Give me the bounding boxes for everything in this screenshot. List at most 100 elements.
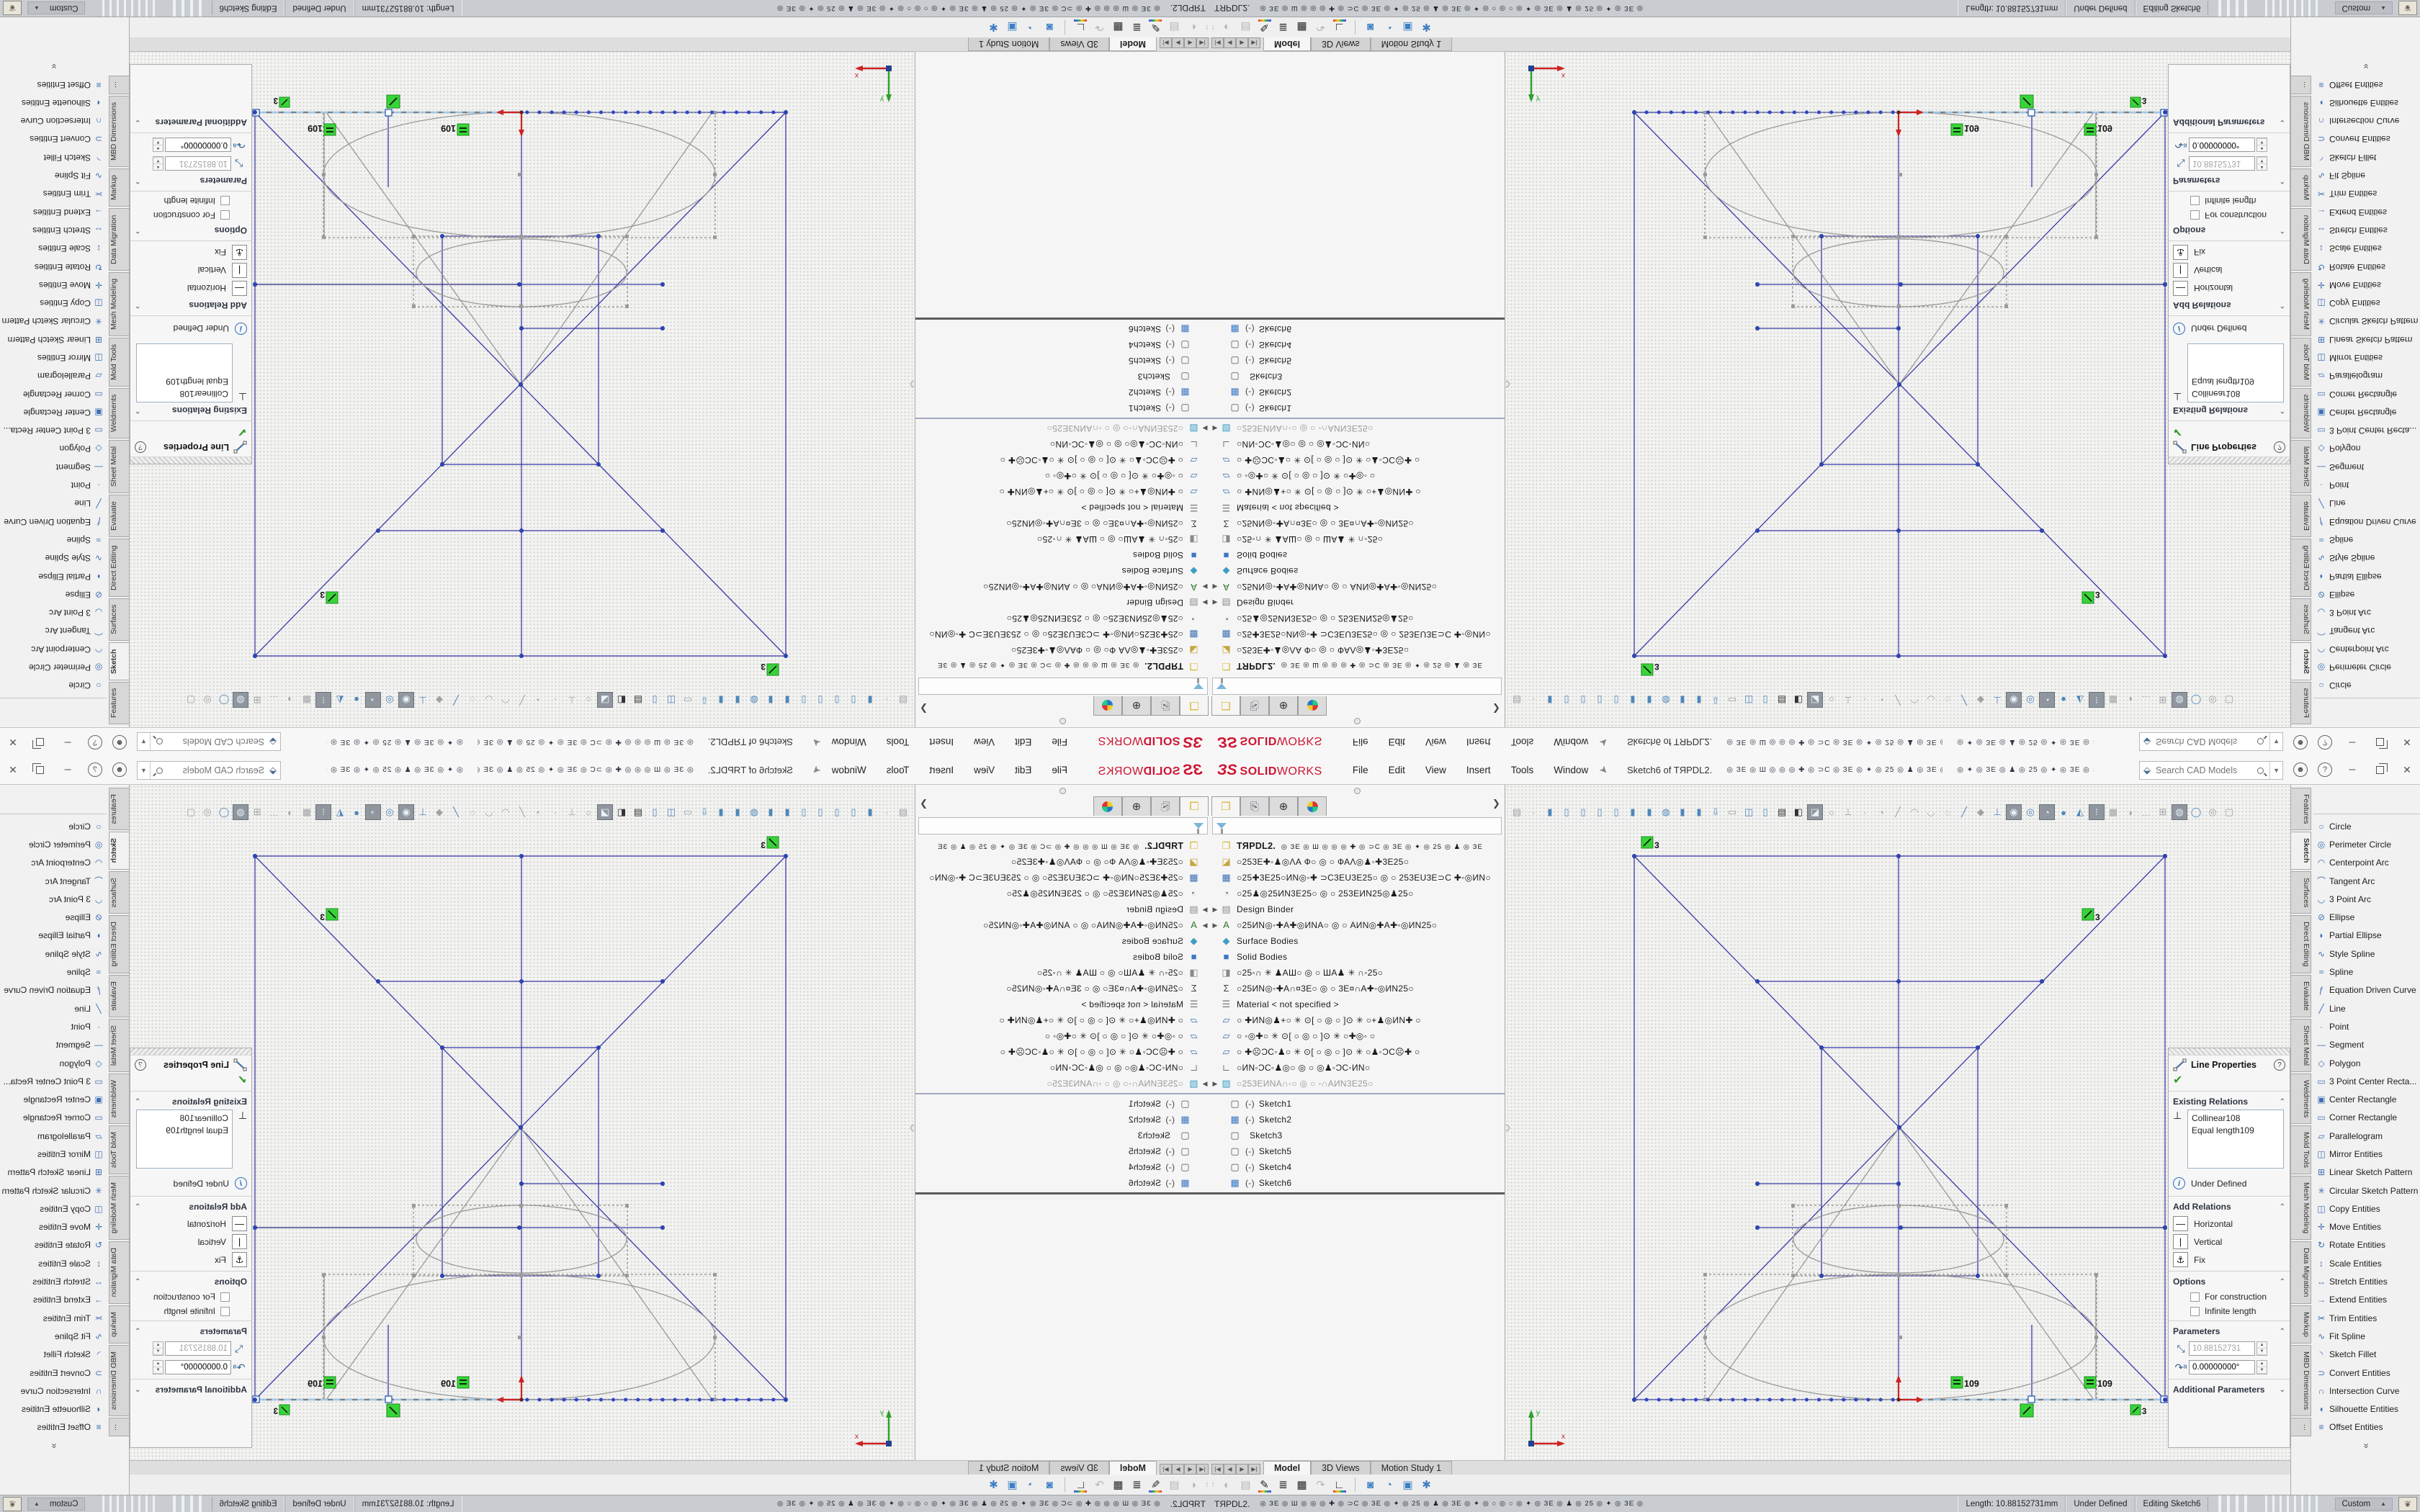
- tab-3d-views[interactable]: 3D Views: [1049, 1461, 1109, 1475]
- tree-item[interactable]: ☰Material < not specified >: [915, 996, 1210, 1012]
- menu-item-stretch-entities[interactable]: ↔Stretch Entities: [2313, 221, 2420, 239]
- tab-dimxpertmanager[interactable]: [1093, 796, 1122, 816]
- menu-item-centerpoint-arc[interactable]: ◠Centerpoint Arc: [0, 640, 107, 658]
- tab-configurationmanager[interactable]: ⊕: [1122, 696, 1151, 716]
- tree-item[interactable]: ▶▤Design Binder: [915, 901, 1210, 917]
- menu-item-fit-spline[interactable]: ∿Fit Spline: [2313, 1327, 2420, 1345]
- quick-tips-icon[interactable]: ❦: [2398, 1, 2417, 16]
- search-input[interactable]: [163, 736, 266, 747]
- rollback-end-bar[interactable]: [915, 1192, 1210, 1194]
- tree-filter-box[interactable]: [918, 817, 1208, 834]
- tab-nav-button[interactable]: ▶: [1172, 37, 1184, 48]
- rollback-end-bar[interactable]: [1210, 318, 1505, 320]
- collapse-chevron-icon[interactable]: ⌃: [135, 177, 140, 185]
- tree-item[interactable]: ◨○25◦∩ ✳ ♟АШ○ ◎ ○ ША♟ ✳ ∩◦25○: [1210, 965, 1505, 981]
- parameters-header[interactable]: Parameters: [200, 176, 247, 186]
- tree-item[interactable]: ◪○253Е✚◦♟◎ΛА Ф○ ◎ ○ ФАΛ◎♟◦✚3Е25○: [1210, 642, 1505, 658]
- command-tab--[interactable]: ...: [2291, 1418, 2311, 1437]
- menu-item-line[interactable]: ╱Line: [2313, 495, 2420, 513]
- expand-chevron-icon[interactable]: ⌄: [135, 1386, 140, 1394]
- command-tab-markup[interactable]: Markup: [2291, 168, 2311, 207]
- user-account-button[interactable]: ☻: [2289, 732, 2312, 753]
- command-tab-sketch[interactable]: Sketch: [2291, 832, 2311, 869]
- minimize-button[interactable]: –: [2341, 732, 2364, 753]
- menu-view[interactable]: View: [964, 762, 1005, 778]
- menu-item-tangent-arc[interactable]: ⌒Tangent Arc: [2313, 622, 2420, 640]
- search-dropdown-icon[interactable]: ▼: [138, 733, 151, 750]
- bottom-tool-icon[interactable]: ▦: [1108, 19, 1127, 36]
- menu-item-segment[interactable]: —Segment: [0, 458, 107, 476]
- help-button[interactable]: ?: [84, 732, 107, 753]
- expand-chevron-icon[interactable]: ⌄: [2280, 119, 2285, 127]
- angle-value-field[interactable]: [2189, 138, 2255, 152]
- tab-model[interactable]: Model: [1263, 37, 1311, 51]
- checkbox-icon[interactable]: [2190, 197, 2200, 206]
- bottom-tool-icon[interactable]: ✎: [1255, 19, 1274, 36]
- tab-featuremanager[interactable]: ❒: [1180, 796, 1209, 816]
- tree-item[interactable]: ▶▨○253ЕИNА∩◦○ ◎ ○ ◦∩АИN3Е25○: [915, 420, 1210, 436]
- tree-filter-box[interactable]: [1212, 678, 1502, 695]
- command-tab-weldments[interactable]: Weldments: [2291, 388, 2311, 438]
- menu-more-chevron[interactable]: »: [2313, 60, 2420, 76]
- search-icon[interactable]: [2257, 768, 2264, 774]
- collapse-chevron-icon[interactable]: ⌃: [135, 1328, 140, 1336]
- quick-tips-icon[interactable]: ❦: [2398, 1497, 2417, 1511]
- bottom-tool-icon[interactable]: ✱: [984, 19, 1003, 36]
- menu-item-center-rectangle[interactable]: ▣Center Rectangle: [0, 1090, 107, 1108]
- search-icon[interactable]: [156, 768, 163, 774]
- rollback-divider[interactable]: [915, 1093, 1210, 1094]
- checkbox-icon[interactable]: [220, 1307, 230, 1316]
- help-button[interactable]: ?: [2313, 732, 2336, 753]
- collapse-chevron-icon[interactable]: ⌃: [2280, 1098, 2285, 1106]
- tree-item[interactable]: ▶A○25ИN◎◦✚А✚◎ИNА○ ◎ ○ АИN◎✚А✚◦◎ИN25○: [1210, 917, 1505, 933]
- bottom-tool-icon[interactable]: ◐: [1218, 1476, 1237, 1493]
- tree-item[interactable]: ◪○253Е✚◦♟◎ΛА Ф○ ◎ ○ ФАΛ◎♟◦✚3Е25○: [915, 642, 1210, 658]
- constraint-badges[interactable]: 3 3 109: [1641, 95, 2146, 675]
- tree-item-sketch[interactable]: ▢(-)Sketch4: [1210, 1159, 1505, 1175]
- bottom-tool-icon[interactable]: ▤: [1165, 19, 1183, 36]
- checkbox-icon[interactable]: [220, 197, 230, 206]
- checkbox-icon[interactable]: [220, 211, 230, 220]
- menu-item-offset-entities[interactable]: ≡Offset Entities: [0, 1418, 107, 1436]
- tree-filter-box[interactable]: [918, 678, 1208, 695]
- tab-propertymanager[interactable]: ⎘: [1240, 796, 1269, 816]
- menu-item-linear-sketch-pattern[interactable]: ⊞Linear Sketch Pattern: [2313, 1164, 2420, 1182]
- tab-nav-button[interactable]: |◀: [1211, 1464, 1224, 1475]
- length-value-field[interactable]: [2189, 156, 2255, 171]
- minimize-button[interactable]: –: [2341, 759, 2364, 780]
- additional-parameters-header[interactable]: Additional Parameters: [2173, 1385, 2264, 1395]
- menu-item-segment[interactable]: —Segment: [0, 1036, 107, 1054]
- command-tab-mesh-modeling[interactable]: Mesh Modeling: [109, 272, 129, 336]
- menu-item-point[interactable]: ·Point: [0, 476, 107, 494]
- menu-item-line[interactable]: ╱Line: [0, 999, 107, 1017]
- toolbar-grip[interactable]: ⁞: [1212, 24, 1214, 31]
- menu-item-parallelogram[interactable]: ▱Parallelogram: [0, 367, 107, 385]
- tree-item-sketch[interactable]: ▦(-)Sketch2: [1210, 1112, 1505, 1128]
- command-tab-sheet-metal[interactable]: Sheet Metal: [109, 1019, 129, 1072]
- bottom-tool-icon[interactable]: ✱: [1417, 1476, 1436, 1493]
- option-1[interactable]: Infinite length: [2169, 1304, 2290, 1318]
- menu-item-3-point-center-recta-[interactable]: ▭3 Point Center Recta...: [0, 422, 107, 440]
- graphics-area[interactable]: ▤·▮▯▯▯▯▮▮◍▮▮⇩▭◫▯▤◧◪○⊥·◔╱◠◡◌╱◆⊥◉◎◔●◭⁝▦◑…⊞…: [1506, 785, 2290, 1460]
- tree-item[interactable]: ▦○25✚3Е25○ИN◎◦✚ ⊃С3ЕU3Е25○ ◎ ○ 253ЕU3Е⊃С…: [1210, 870, 1505, 886]
- angle-spinner[interactable]: ▲▼: [153, 1360, 163, 1374]
- tree-item[interactable]: ▶▨○253ЕИNА∩◦○ ◎ ○ ◦∩АИN3Е25○: [1210, 420, 1505, 436]
- menu-item-move-entities[interactable]: ✛Move Entities: [2313, 276, 2420, 294]
- tree-item-sketch[interactable]: ▦(-)Sketch2: [1210, 384, 1505, 400]
- menu-tools[interactable]: Tools: [877, 734, 920, 750]
- ok-checkmark-button[interactable]: ✔: [130, 423, 251, 439]
- additional-parameters-header[interactable]: Additional Parameters: [156, 117, 247, 127]
- tree-expand-arrow[interactable]: ▶: [1210, 906, 1220, 914]
- menu-item-intersection-curve[interactable]: ∩Intersection Curve: [0, 1382, 107, 1400]
- menu-item-circular-sketch-pattern[interactable]: ✳Circular Sketch Pattern: [2313, 312, 2420, 330]
- quick-tips-icon[interactable]: ❦: [3, 1497, 22, 1511]
- menu-item-partial-ellipse[interactable]: ◗Partial Ellipse: [2313, 927, 2420, 945]
- tree-item[interactable]: ▶▤Design Binder: [1210, 901, 1505, 917]
- tab-nav-button[interactable]: ◀: [1184, 1464, 1196, 1475]
- command-tab--[interactable]: ...: [109, 76, 129, 95]
- titlebar-icon-run-a[interactable]: ◎ ЗЕ ◎ Ш ◎ ◎ ◎ ✚ ◎ ⊃С ◎ ЗЕ ◎ ✦ ◎ 25 ◎ ♟ …: [1726, 738, 1942, 746]
- ok-checkmark-button[interactable]: ✔: [130, 1073, 251, 1089]
- menu-item-style-spline[interactable]: ∿Style Spline: [0, 549, 107, 567]
- menu-edit[interactable]: Edit: [1005, 762, 1041, 778]
- titlebar-icon-run-a[interactable]: ◎ ЗЕ ◎ Ш ◎ ◎ ◎ ✚ ◎ ⊃С ◎ ЗЕ ◎ ✦ ◎ 25 ◎ ♟ …: [1726, 766, 1942, 774]
